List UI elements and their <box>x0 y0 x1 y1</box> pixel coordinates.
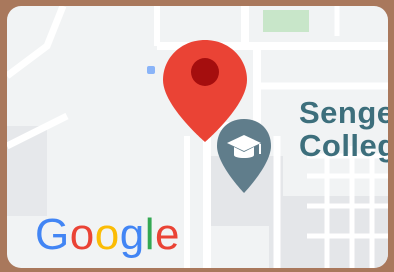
park-area <box>263 10 309 32</box>
google-logo-letter: e <box>154 210 180 259</box>
google-logo: Google <box>35 210 180 260</box>
place-label[interactable]: Senge Colleg <box>299 96 388 162</box>
google-logo-letter: o <box>94 210 120 259</box>
map-thumbnail-frame: Senge Colleg Google <box>0 0 394 272</box>
google-logo-letter: g <box>119 210 145 259</box>
map-view[interactable]: Senge Colleg Google <box>7 6 388 268</box>
google-logo-letter: G <box>35 210 70 259</box>
road <box>7 6 67 79</box>
google-logo-letter: o <box>69 210 95 259</box>
google-logo-letter: l <box>144 210 155 259</box>
map-pin-icon[interactable] <box>159 38 251 144</box>
small-map-marker <box>147 66 155 74</box>
